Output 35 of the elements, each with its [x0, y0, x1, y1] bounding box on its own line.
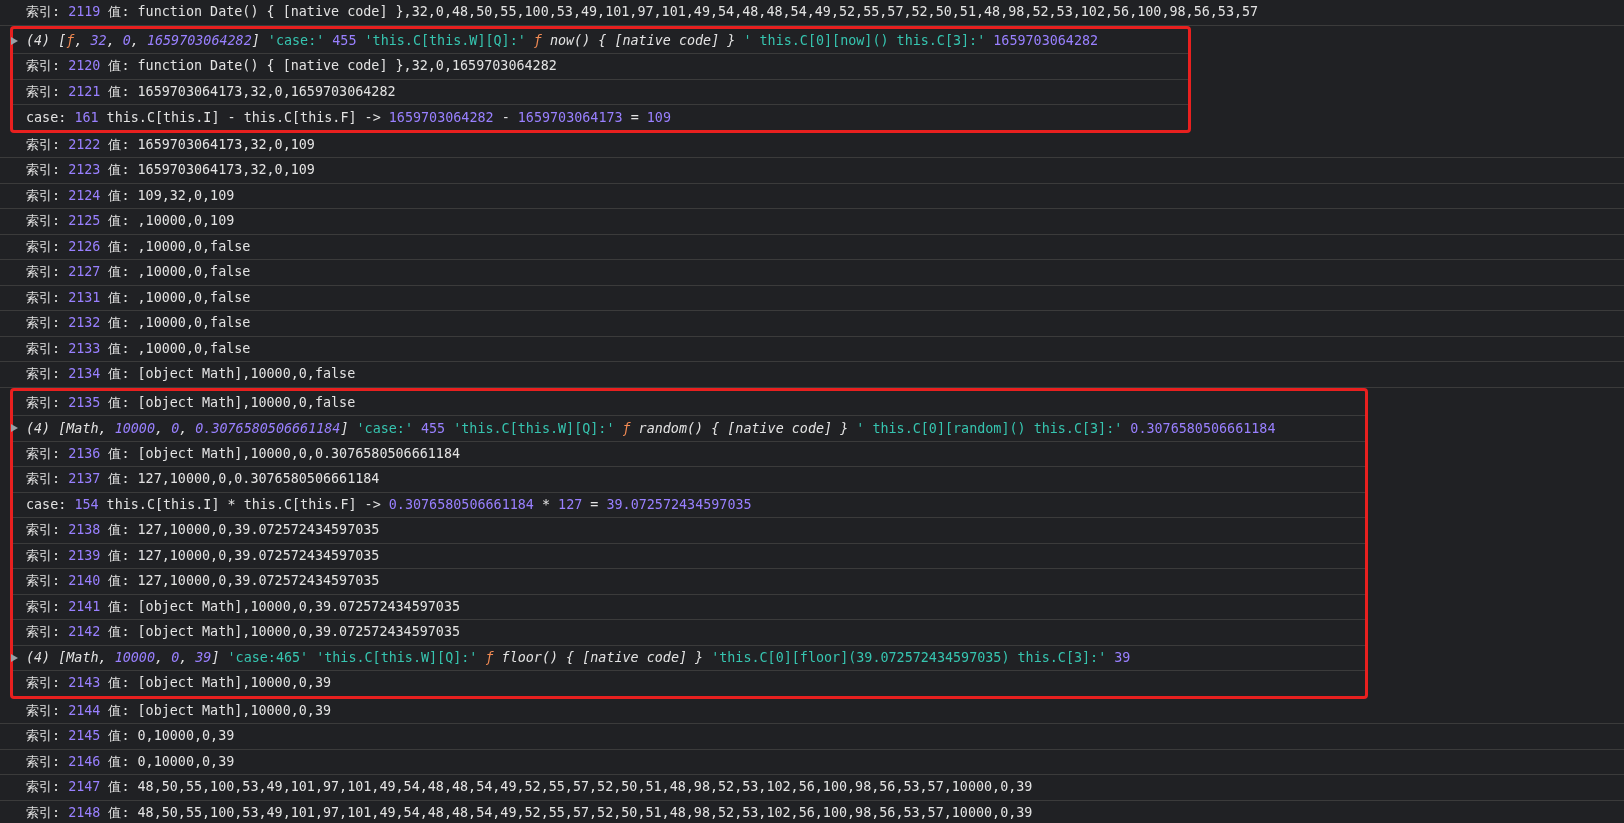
console-message: 索引: 2122 值: 1659703064173,32,0,109	[26, 135, 315, 154]
console-message: 索引: 2123 值: 1659703064173,32,0,109	[26, 161, 315, 180]
console-message: 索引: 2143 值: [object Math],10000,0,39	[26, 674, 332, 693]
console-message: case: 161 this.C[this.I] - this.C[this.F] -> 1659703064282 - 1659703064173 = 109	[26, 109, 671, 125]
console-message: 索引: 2132 值: ,10000,0,false	[26, 314, 251, 333]
expand-arrow-icon[interactable]	[11, 424, 18, 433]
console-message: 索引: 2137 值: 127,10000,0,0.3076580506661184	[26, 470, 380, 489]
expand-arrow-icon[interactable]	[11, 653, 18, 662]
console-message: 索引: 2139 值: 127,10000,0,39.072572434597035	[26, 546, 380, 565]
console-message: 索引: 2121 值: 1659703064173,32,0,1659703064282	[26, 82, 396, 101]
console-message: 索引: 2133 值: ,10000,0,false	[26, 339, 251, 358]
console-message: 索引: 2148 值: 48,50,55,100,53,49,101,97,101,49,54,48,48,54,49,52,55,57,52,50,51,48,98,52,53,102,56,100,98,56,53,57,10000,0,39	[26, 803, 1033, 822]
console-message: 索引: 2144 值: [object Math],10000,0,39	[26, 701, 332, 720]
expand-arrow-icon[interactable]	[11, 36, 18, 45]
console-message: 索引: 2142 值: [object Math],10000,0,39.072572434597035	[26, 623, 461, 642]
console-message: 索引: 2145 值: 0,10000,0,39	[26, 727, 235, 746]
console-message: 索引: 2147 值: 48,50,55,100,53,49,101,97,101,49,54,48,48,54,49,52,55,57,52,50,51,48,98,52,53,102,56,100,98,56,53,57,10000,0,39	[26, 778, 1033, 797]
console-message: 索引: 2124 值: 109,32,0,109	[26, 186, 235, 205]
console-message: 索引: 2134 值: [object Math],10000,0,false	[26, 365, 356, 384]
console-message: 索引: 2127 值: ,10000,0,false	[26, 263, 251, 282]
console-message: case: 154 this.C[this.I] * this.C[this.F] -> 0.3076580506661184 * 127 = 39.072572434597035	[26, 497, 752, 513]
console-message: 索引: 2126 值: ,10000,0,false	[26, 237, 251, 256]
console-log-message: (4) [Math, 10000, 0, 0.3076580506661184] 'case:' 455 'this.C[this.W][Q]:' ƒ random() { [native code] } ' this.C[0][random]() this.C[3]:' 0.3076580506661184	[26, 420, 1276, 436]
console-log-message: (4) [Math, 10000, 0, 39] 'case:465' 'this.C[this.W][Q]:' ƒ floor() { [native code] } 'this.C[0][floor](39.072572434597035) this.C[3]:' 39	[26, 650, 1131, 666]
console-message: 索引: 2140 值: 127,10000,0,39.072572434597035	[26, 572, 380, 591]
console-message: 索引: 2125 值: ,10000,0,109	[26, 212, 235, 231]
console-message: 索引: 2141 值: [object Math],10000,0,39.072572434597035	[26, 597, 461, 616]
console-message: 索引: 2120 值: function Date() { [native code] },32,0,1659703064282	[26, 57, 557, 76]
console-message: 索引: 2119 值: function Date() { [native code] },32,0,48,50,55,100,53,49,101,97,101,49,54,48,48,54,49,52,55,57,52,50,51,48,98,52,53,102,56,100,98,56,53,57	[26, 3, 1259, 22]
console-message: 索引: 2138 值: 127,10000,0,39.072572434597035	[26, 521, 380, 540]
console-log-message: (4) [ƒ, 32, 0, 1659703064282] 'case:' 455 'this.C[this.W][Q]:' ƒ now() { [native code] } ' this.C[0][now]() this.C[3]:' 1659703064282	[26, 33, 1099, 49]
console-message: 索引: 2146 值: 0,10000,0,39	[26, 752, 235, 771]
console-message: 索引: 2136 值: [object Math],10000,0,0.3076580506661184	[26, 444, 461, 463]
console-message: 索引: 2135 值: [object Math],10000,0,false	[26, 393, 356, 412]
console-message: 索引: 2131 值: ,10000,0,false	[26, 288, 251, 307]
